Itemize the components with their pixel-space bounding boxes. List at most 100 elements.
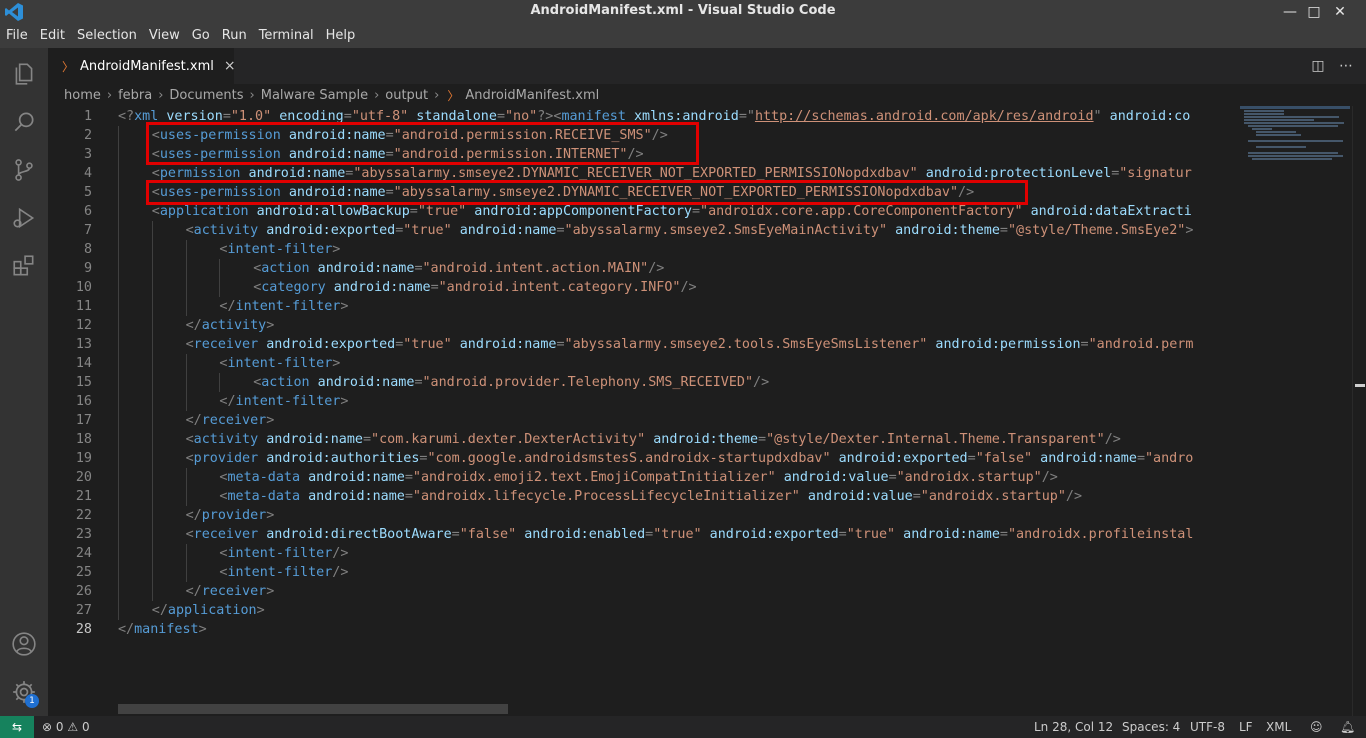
code-token: </ <box>185 508 202 523</box>
code-token: intent-filter <box>227 242 333 257</box>
line-number: 14 <box>75 356 92 371</box>
maximize-icon[interactable]: □ <box>1304 2 1324 22</box>
code-token: android:theme <box>645 432 759 447</box>
explorer-button[interactable] <box>0 50 48 98</box>
code-line[interactable]: 22 </provider> <box>48 506 1232 525</box>
problems-indicator[interactable]: ⊗ 0 ⚠ 0 <box>42 716 90 738</box>
line-number: 16 <box>75 394 92 409</box>
code-line[interactable]: 12 </activity> <box>48 316 1232 335</box>
code-line[interactable]: 19 <provider android:authorities = "com.goo… <box>48 449 1232 468</box>
code-line[interactable]: 23 <receiver android:directBootAware="fal… <box>48 525 1232 544</box>
error-icon: ⊗ <box>42 720 53 734</box>
breadcrumb-documents[interactable]: Documents <box>169 88 243 103</box>
split-editor-icon[interactable]: ◫ <box>1308 56 1328 76</box>
breadcrumb-output[interactable]: output <box>385 88 428 103</box>
code-token: android:name <box>309 375 415 390</box>
code-line[interactable]: 11 </intent-filter> <box>48 297 1232 316</box>
menu-run[interactable]: Run <box>216 24 253 48</box>
code-line[interactable]: 16 </intent-filter> <box>48 392 1232 411</box>
chevron-right-icon: › <box>106 87 113 103</box>
feedback-icon[interactable]: ☺ <box>1310 716 1323 738</box>
tab-bar: 〉 AndroidManifest.xml × ◫ ⋯ <box>48 48 1366 84</box>
search-button[interactable] <box>0 98 48 146</box>
encoding[interactable]: UTF-8 <box>1190 716 1225 738</box>
code-token: /> <box>332 565 349 580</box>
menu-go[interactable]: Go <box>186 24 216 48</box>
chevron-right-icon: › <box>158 87 164 103</box>
warning-icon: ⚠ <box>67 720 79 734</box>
indent-guide <box>151 449 153 468</box>
minimize-icon[interactable]: — <box>1280 2 1300 22</box>
code-token: = <box>645 527 654 542</box>
code-token: </ <box>118 622 135 637</box>
code-line[interactable]: 20 <meta-data android:name="androidx.emoj… <box>48 468 1232 487</box>
menu-selection[interactable]: Selection <box>71 24 143 48</box>
minimap[interactable] <box>1232 106 1352 716</box>
code-token: android:name <box>309 261 415 276</box>
cursor-position[interactable]: Ln 28, Col 12 <box>1034 716 1113 738</box>
code-token: = <box>999 527 1008 542</box>
end-of-line[interactable]: LF <box>1239 716 1253 738</box>
indent-guide <box>118 240 119 259</box>
code-token: "androidx.lifecycle.ProcessLifecycleInit… <box>412 489 800 504</box>
remote-indicator-icon[interactable]: ⇆ <box>0 716 34 738</box>
indent-guide <box>151 335 153 354</box>
code-line[interactable]: 25 <intent-filter/> <box>48 563 1232 582</box>
menu-terminal[interactable]: Terminal <box>253 24 320 48</box>
horizontal-scrollbar[interactable] <box>118 704 508 714</box>
code-line[interactable]: 8 <intent-filter> <box>48 240 1232 259</box>
code-line[interactable]: 17 </receiver> <box>48 411 1232 430</box>
source-control-button[interactable] <box>0 146 48 194</box>
breadcrumb-file[interactable]: AndroidManifest.xml <box>465 88 599 103</box>
code-token: "abyssalarmy.smseye2.tools.SmsEyeSmsList… <box>564 337 928 352</box>
line-number: 21 <box>75 489 92 504</box>
breadcrumb-home[interactable]: home <box>64 88 101 103</box>
notifications-icon[interactable]: 🔔︎ <box>1340 716 1355 738</box>
code-line[interactable]: 13 <receiver android:exported = "true" andr… <box>48 335 1232 354</box>
code-token: = <box>556 223 565 238</box>
code-line[interactable]: 18 <activity android:name="com.karumi.dex… <box>48 430 1232 449</box>
accounts-button[interactable] <box>0 620 48 668</box>
code-line[interactable]: 28 </manifest> <box>48 620 1232 639</box>
run-debug-icon <box>13 207 35 229</box>
vertical-scrollbar[interactable] <box>1352 106 1366 716</box>
run-debug-button[interactable] <box>0 194 48 242</box>
code-token: "true" <box>846 527 896 542</box>
code-line[interactable]: 9 <action android:name="android.intent.ac… <box>48 259 1232 278</box>
code-token: "android.intent.action.MAIN" <box>422 261 649 276</box>
code-token: /> <box>1065 489 1083 504</box>
breadcrumb-malware-sample[interactable]: Malware Sample <box>261 88 368 103</box>
indentation[interactable]: Spaces: 4 <box>1122 716 1180 738</box>
code-line[interactable]: 10 <category android:name="android.intent… <box>48 278 1232 297</box>
code-token: " <box>1093 109 1102 124</box>
menu-help[interactable]: Help <box>320 24 362 48</box>
close-window-icon[interactable]: ✕ <box>1330 2 1350 22</box>
code-token: category <box>261 280 326 295</box>
code-token: <? <box>118 109 135 124</box>
code-line[interactable]: 26 </receiver> <box>48 582 1232 601</box>
code-line[interactable]: 14 <intent-filter> <box>48 354 1232 373</box>
more-actions-icon[interactable]: ⋯ <box>1336 56 1356 76</box>
indent-guide <box>151 259 153 278</box>
menu-view[interactable]: View <box>143 24 186 48</box>
code-line[interactable]: 24 <intent-filter/> <box>48 544 1232 563</box>
breadcrumb-febra[interactable]: febra <box>118 88 152 103</box>
manage-button[interactable]: 1 <box>0 668 48 716</box>
extensions-button[interactable] <box>0 242 48 290</box>
code-line[interactable]: 21 <meta-data android:name="androidx.life… <box>48 487 1232 506</box>
chevron-right-icon: › <box>249 87 255 103</box>
code-token: android:value <box>799 489 913 504</box>
tab-androidmanifest[interactable]: 〉 AndroidManifest.xml × <box>48 48 236 84</box>
tab-close-icon[interactable]: × <box>224 58 236 74</box>
menu-edit[interactable]: Edit <box>34 24 71 48</box>
code-token: "androidx.emoji2.text.EmojiCompatInitial… <box>412 470 776 485</box>
code-line[interactable]: 15 <action android:name="android.provider… <box>48 373 1232 392</box>
code-token: > <box>266 584 275 599</box>
menu-file[interactable]: File <box>0 24 34 48</box>
code-line[interactable]: 7 <activity android:exported = "true" andro… <box>48 221 1232 240</box>
code-line[interactable]: 27 </application> <box>48 601 1232 620</box>
language-mode[interactable]: XML <box>1266 716 1291 738</box>
code-token: /> <box>753 375 770 390</box>
code-text: <category android:name="android.intent.c… <box>253 278 696 297</box>
line-number: 1 <box>83 109 92 124</box>
